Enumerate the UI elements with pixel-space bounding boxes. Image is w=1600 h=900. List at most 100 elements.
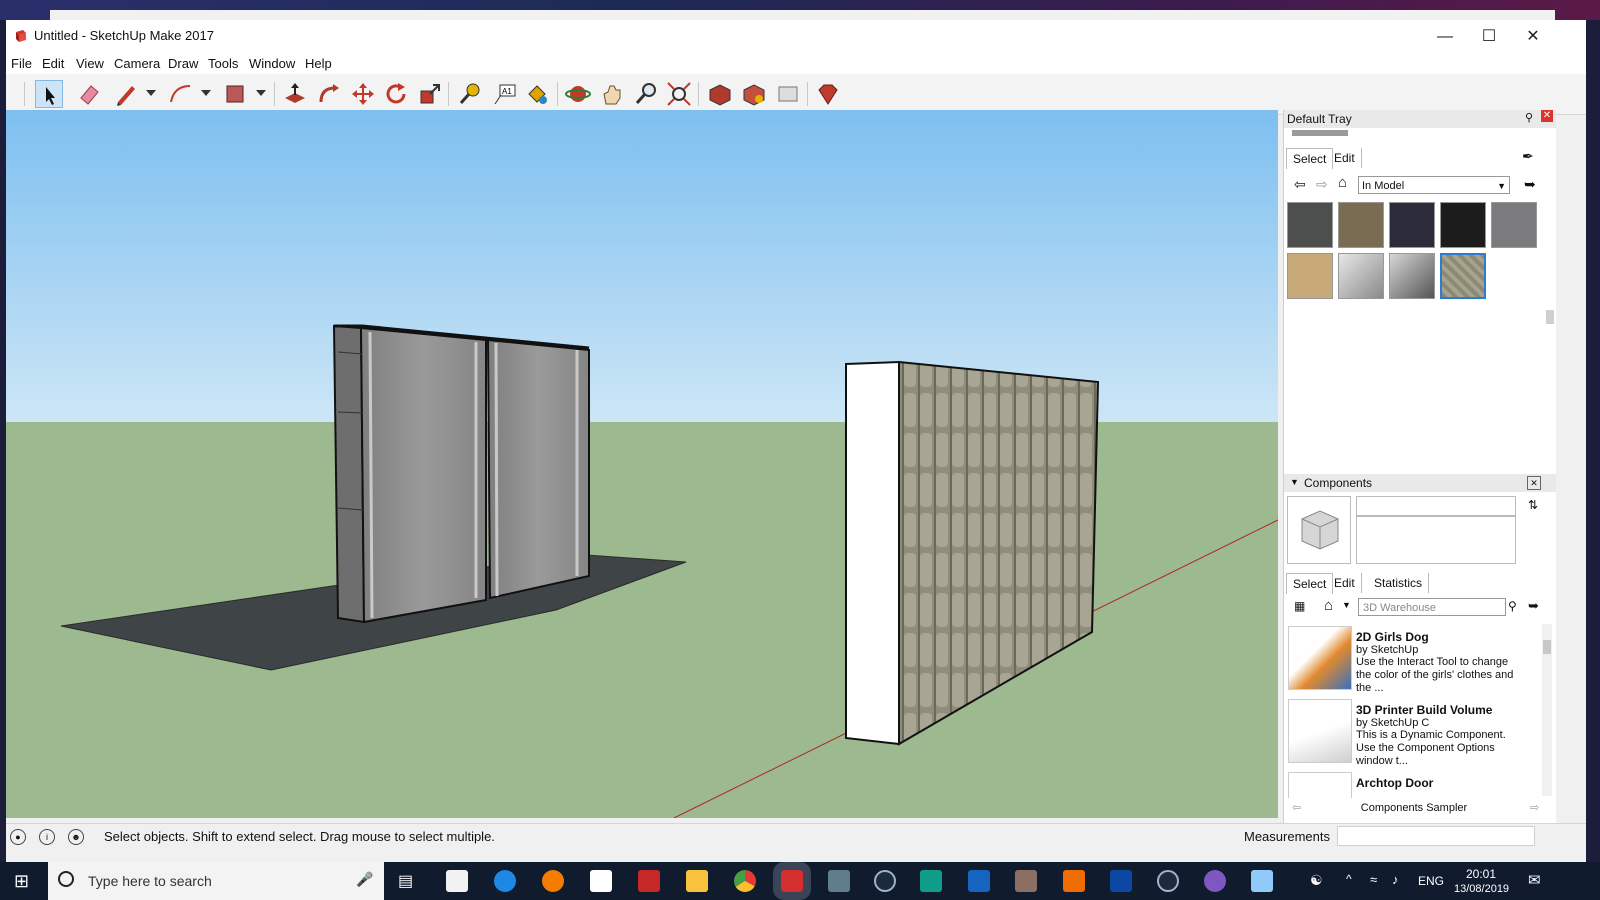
paint-icon[interactable]: [1204, 870, 1226, 892]
mail-icon[interactable]: [446, 870, 468, 892]
drawing-viewport[interactable]: [6, 110, 1278, 818]
game-icon-3[interactable]: [1110, 870, 1132, 892]
material-swatch[interactable]: [1287, 253, 1333, 299]
pan-tool-button[interactable]: [598, 80, 626, 108]
menu-window[interactable]: Window: [249, 56, 295, 71]
footer-forward-icon[interactable]: ⇨: [1530, 799, 1539, 817]
components-statistics-tab[interactable]: Statistics: [1368, 573, 1430, 593]
menu-view[interactable]: View: [76, 56, 104, 71]
menu-camera[interactable]: Camera: [114, 56, 160, 71]
back-arrow-icon[interactable]: ⇦: [1294, 176, 1306, 193]
steam-icon-2[interactable]: [1157, 870, 1179, 892]
material-collection-dropdown[interactable]: In Model ▼: [1358, 176, 1510, 194]
volume-icon[interactable]: ♪: [1392, 872, 1399, 887]
follow-me-tool-button[interactable]: [315, 80, 343, 108]
clock-time[interactable]: 20:01: [1466, 867, 1496, 881]
home-icon[interactable]: ⌂: [1338, 174, 1347, 191]
car-interior-texture-swatch[interactable]: [1389, 253, 1435, 299]
components-edit-tab[interactable]: Edit: [1328, 573, 1362, 593]
arc-tool-dropdown[interactable]: [201, 90, 211, 96]
microphone-icon[interactable]: 🎤: [356, 871, 373, 888]
component-list-item[interactable]: 2D Girls Dog by SketchUp Use the Interac…: [1288, 622, 1524, 694]
materials-edit-tab[interactable]: Edit: [1328, 148, 1362, 168]
eyedropper-icon[interactable]: ✒: [1522, 148, 1534, 165]
clock-date[interactable]: 13/08/2019: [1454, 883, 1509, 895]
menu-tools[interactable]: Tools: [208, 56, 238, 71]
component-name-field[interactable]: [1356, 496, 1516, 516]
pin-icon[interactable]: ⚲: [1525, 111, 1533, 124]
menu-edit[interactable]: Edit: [42, 56, 64, 71]
components-close-icon[interactable]: ✕: [1527, 476, 1541, 490]
component-details-icon[interactable]: ⇅: [1528, 498, 1538, 512]
tray-close-icon[interactable]: ✕: [1541, 110, 1553, 122]
material-swatch[interactable]: [1287, 202, 1333, 248]
scrollbar-thumb[interactable]: [1543, 640, 1551, 654]
notes-icon[interactable]: [1251, 870, 1273, 892]
eraser-tool-button[interactable]: [75, 80, 103, 108]
material-swatch[interactable]: [1440, 202, 1486, 248]
windows-start-icon[interactable]: ⊞: [14, 871, 29, 892]
menu-file[interactable]: File: [11, 56, 32, 71]
line-tool-button[interactable]: [112, 80, 140, 108]
close-button[interactable]: ✕: [1512, 24, 1554, 50]
component-list-item[interactable]: 3D Printer Build Volume by SketchUp C Th…: [1288, 695, 1524, 767]
quilted-fabric-swatch[interactable]: [1440, 253, 1486, 299]
edge-icon[interactable]: [494, 870, 516, 892]
game-icon-2[interactable]: [1063, 870, 1085, 892]
materials-scrollbar[interactable]: [1546, 310, 1554, 324]
app-icon-1[interactable]: [920, 870, 942, 892]
material-swatch[interactable]: [1389, 202, 1435, 248]
move-tool-button[interactable]: [349, 80, 377, 108]
zoom-extents-tool-button[interactable]: [665, 80, 693, 108]
people-icon[interactable]: ☯: [1310, 872, 1323, 889]
scale-tool-button[interactable]: [416, 80, 444, 108]
line-tool-dropdown[interactable]: [146, 90, 156, 96]
car-seat-texture-swatch[interactable]: [1338, 253, 1384, 299]
components-home-icon[interactable]: ⌂: [1324, 597, 1333, 614]
user-icon[interactable]: ☻: [68, 829, 84, 845]
components-search-input[interactable]: 3D Warehouse: [1358, 598, 1506, 616]
components-scrollbar[interactable]: [1542, 624, 1552, 796]
steam-icon[interactable]: [874, 870, 896, 892]
extension-warehouse-button[interactable]: [740, 80, 768, 108]
minimize-button[interactable]: —: [1424, 24, 1466, 50]
material-swatch[interactable]: [1338, 202, 1384, 248]
task-view-icon[interactable]: ▤: [398, 871, 413, 891]
material-swatch[interactable]: [1491, 202, 1537, 248]
rotate-tool-button[interactable]: [382, 80, 410, 108]
details-arrow-icon[interactable]: ➥: [1524, 176, 1536, 193]
sketchup-viewer-icon[interactable]: [828, 870, 850, 892]
mcafee-icon[interactable]: [638, 870, 660, 892]
avast-icon[interactable]: [542, 870, 564, 892]
materials-select-tab[interactable]: Select: [1286, 148, 1334, 169]
rectangle-tool-dropdown[interactable]: [256, 90, 266, 96]
search-icon[interactable]: ⚲: [1508, 599, 1517, 613]
language-indicator[interactable]: ENG: [1418, 874, 1444, 888]
components-select-tab[interactable]: Select: [1286, 573, 1334, 594]
maximize-button[interactable]: ☐: [1468, 24, 1510, 50]
text-tool-button[interactable]: A1: [491, 80, 519, 108]
view-options-icon[interactable]: ▦: [1294, 599, 1305, 613]
info-icon[interactable]: i: [39, 829, 55, 845]
chrome-icon[interactable]: [734, 870, 756, 892]
tape-measure-tool-button[interactable]: [456, 80, 484, 108]
network-icon[interactable]: ≈: [1370, 872, 1377, 887]
orbit-tool-button[interactable]: [564, 80, 592, 108]
menu-draw[interactable]: Draw: [168, 56, 198, 71]
components-header[interactable]: ▼ Components ✕: [1284, 474, 1556, 492]
file-explorer-icon[interactable]: [686, 870, 708, 892]
menu-help[interactable]: Help: [305, 56, 332, 71]
push-pull-tool-button[interactable]: [281, 80, 309, 108]
paint-bucket-tool-button[interactable]: [523, 80, 551, 108]
geolocation-icon[interactable]: ●: [10, 829, 26, 845]
components-details-arrow-icon[interactable]: ➥: [1528, 598, 1539, 614]
extension-manager-button[interactable]: [814, 80, 842, 108]
app-icon-2[interactable]: [968, 870, 990, 892]
taskbar-search[interactable]: Type here to search 🎤: [48, 862, 384, 900]
game-icon-1[interactable]: [1015, 870, 1037, 892]
collections-dropdown-icon[interactable]: ▼: [1342, 600, 1351, 610]
layout-button[interactable]: [774, 80, 802, 108]
store-icon[interactable]: [590, 870, 612, 892]
component-list-item[interactable]: Archtop Door: [1288, 768, 1524, 798]
measurements-input[interactable]: [1337, 826, 1535, 846]
